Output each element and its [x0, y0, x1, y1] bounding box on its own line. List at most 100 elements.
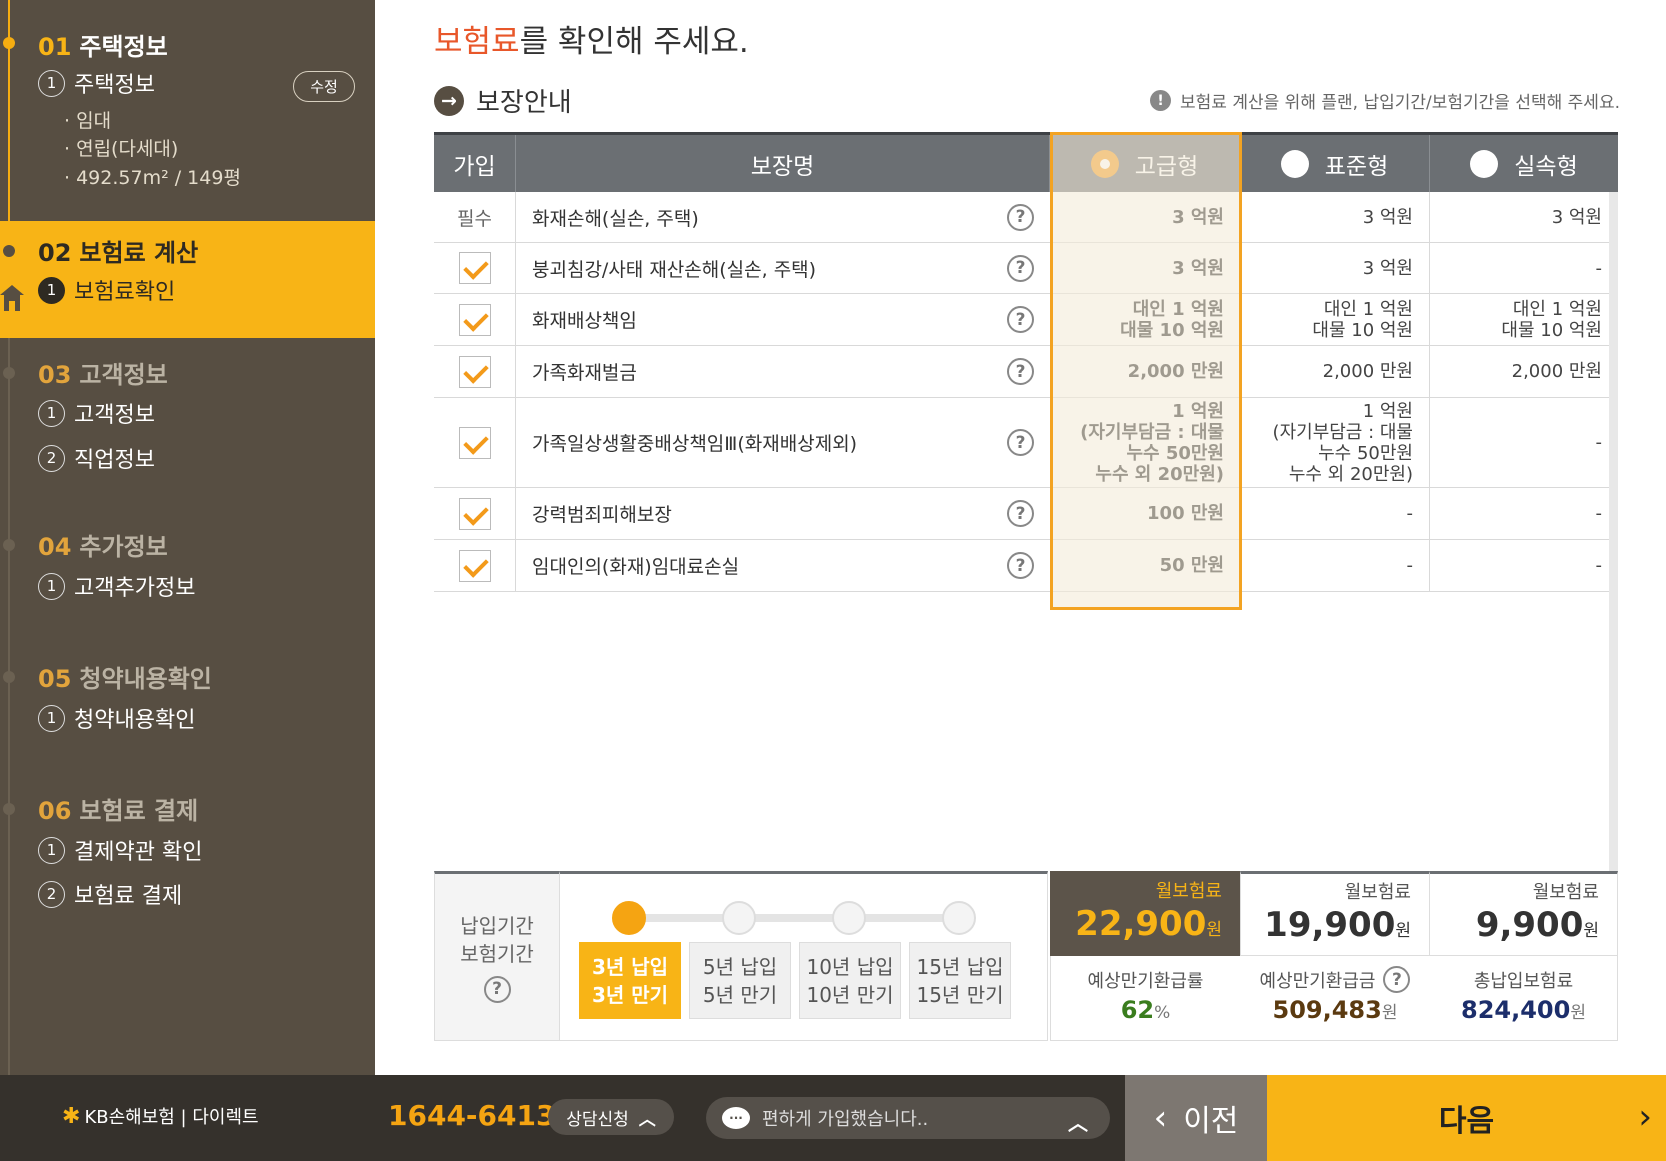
help-icon[interactable]: ? [1007, 306, 1034, 333]
step-number-badge: 2 [38, 444, 65, 472]
step-number-badge: 1 [38, 572, 65, 600]
join-cell[interactable] [434, 243, 516, 293]
coverage-amount-plan-1: 50 만원 [1050, 540, 1240, 591]
step-dot [3, 37, 15, 49]
coverage-amount-text: 3 억원 [1551, 206, 1602, 228]
consult-request-button[interactable]: 상담신청 ︿ [548, 1099, 674, 1135]
table-row: 임대인의(화재)임대료손실? 50 만원 - - [434, 540, 1618, 592]
sidebar-subitem-job-info[interactable]: 2 직업정보 [38, 442, 155, 474]
coverage-amount-plan-3: 대인 1 억원 대물 10 억원 [1430, 294, 1618, 345]
chat-bubble-icon: ··· [722, 1107, 750, 1129]
period-option-3y[interactable]: 3년 납입 3년 만기 [579, 942, 681, 1019]
sidebar-subitem-customer-info[interactable]: 1 고객정보 [38, 397, 155, 429]
sidebar-step-title[interactable]: 02 보험료 계산 [38, 233, 198, 268]
prev-button[interactable]: ‹ 이전 [1125, 1075, 1267, 1161]
coverage-amount-text: 50 만원 [1159, 555, 1224, 576]
step-number-badge: 1 [38, 704, 65, 732]
coverage-amount-text: - [1595, 257, 1603, 279]
checkbox-checked-icon[interactable] [458, 355, 491, 388]
monthly-premium-basic: 월보험료 9,900원 [1430, 871, 1618, 956]
page-title: 보험료를 확인해 주세요. [434, 24, 749, 60]
phone-number[interactable]: 1644-6413 [388, 1099, 555, 1132]
sidebar-step-05: 05 청약내용확인 1 청약내용확인 [0, 659, 375, 749]
period-dot-5y[interactable] [722, 901, 756, 935]
chevron-right-icon: › [1638, 1097, 1652, 1137]
join-cell[interactable] [434, 294, 516, 345]
checkbox-checked-icon[interactable] [458, 426, 491, 459]
chevron-up-icon: ︿ [638, 1109, 656, 1130]
kb-star-icon: ✱ [62, 1103, 81, 1129]
sidebar-subitem-additional-info[interactable]: 1 고객추가정보 [38, 570, 195, 602]
help-icon[interactable]: ? [1007, 358, 1034, 385]
join-cell[interactable] [434, 346, 516, 397]
period-option-5y[interactable]: 5년 납입 5년 만기 [689, 942, 791, 1019]
next-button[interactable]: 다음 › [1267, 1075, 1666, 1161]
sidebar: 01 주택정보 1 주택정보 수정 · 임대 · 연립(다세대) · 492.57m… [0, 0, 375, 1075]
join-cell[interactable] [434, 540, 516, 591]
coverage-amount-plan-3: - [1430, 398, 1618, 487]
help-icon[interactable]: ? [1007, 429, 1034, 456]
coverage-name: 임대인의(화재)임대료손실? [516, 540, 1050, 591]
radio-icon[interactable] [1470, 149, 1499, 178]
sidebar-step-title[interactable]: 01 주택정보 [38, 27, 168, 62]
sidebar-step-title[interactable]: 04 추가정보 [38, 527, 168, 562]
sidebar-subitem-contract-check[interactable]: 1 청약내용확인 [38, 702, 195, 734]
coverage-amount-plan-1: 1 억원 (자기부담금 : 대물 누수 50만원 누수 외 20만원) [1050, 398, 1240, 487]
home-icon [0, 285, 24, 311]
period-dot-15y[interactable] [942, 901, 976, 935]
step-dot [3, 539, 15, 551]
sidebar-subitem-premium-check[interactable]: 1 보험료확인 [38, 274, 175, 306]
help-icon[interactable]: ? [1383, 966, 1411, 993]
step-number-badge: 1 [38, 836, 65, 864]
coverage-amount-plan-3: - [1430, 243, 1618, 293]
section-title: 보장안내 [476, 88, 572, 118]
checkbox-checked-icon[interactable] [458, 549, 491, 582]
coverage-amount-text: - [1595, 555, 1603, 576]
help-icon[interactable]: ? [1007, 552, 1034, 579]
step-number-badge: 1 [38, 276, 65, 304]
sidebar-subitem-terms-check[interactable]: 1 결제약관 확인 [38, 834, 202, 866]
sidebar-subitem-house-info[interactable]: 1 주택정보 [38, 67, 155, 99]
header-coverage-name: 보장명 [516, 135, 1050, 192]
period-option-10y[interactable]: 10년 납입 10년 만기 [799, 942, 901, 1019]
plan-option-basic[interactable]: 실속형 [1430, 135, 1618, 192]
join-cell[interactable] [434, 488, 516, 539]
arrow-right-icon: → [434, 86, 464, 116]
coverage-name-text: 붕괴침강/사태 재산손해(실손, 주택) [532, 258, 817, 281]
coverage-name-text: 임대인의(화재)임대료손실 [532, 556, 740, 578]
edit-button[interactable]: 수정 [293, 71, 355, 102]
sidebar-step-02: 02 보험료 계산 1 보험료확인 [0, 221, 375, 338]
brand-logo: ✱ KB손해보험 | 다이렉트 [62, 1103, 259, 1129]
coverage-amount-plan-1: 대인 1 억원 대물 10 억원 [1050, 294, 1240, 345]
join-cell[interactable] [434, 398, 516, 487]
period-option-15y[interactable]: 15년 납입 15년 만기 [909, 942, 1011, 1019]
help-icon[interactable]: ? [1007, 203, 1034, 231]
period-dot-10y[interactable] [832, 901, 866, 935]
table-scrollbar[interactable] [1609, 192, 1618, 872]
chevron-up-icon[interactable]: ︿ [1068, 1107, 1088, 1136]
footer-bar: ✱ KB손해보험 | 다이렉트 1644-6413 상담신청 ︿ ··· 편하게 가입… [0, 1075, 1666, 1161]
radio-icon[interactable] [1280, 149, 1309, 178]
sidebar-step-title[interactable]: 03 고객정보 [38, 355, 168, 390]
coverage-amount-plan-2: 2,000 만원 [1240, 346, 1430, 397]
coverage-amount-plan-3: - [1430, 488, 1618, 539]
chevron-left-icon: ‹ [1153, 1098, 1168, 1138]
coverage-name: 강력범죄피해보장? [516, 488, 1050, 539]
chat-review-ticker[interactable]: ··· 편하게 가입했습니다.. ︿ [706, 1097, 1110, 1139]
coverage-amount-plan-3: 3 억원 [1430, 192, 1618, 242]
help-icon[interactable]: ? [1007, 254, 1034, 282]
checkbox-checked-icon[interactable] [458, 497, 491, 530]
period-label: 납입기간 보험기간 ? [434, 871, 560, 1041]
sidebar-subitem-payment[interactable]: 2 보험료 결제 [38, 878, 182, 910]
coverage-amount-plan-2: 3 억원 [1240, 243, 1430, 293]
checkbox-checked-icon[interactable] [458, 252, 491, 284]
sidebar-step-title[interactable]: 06 보험료 결제 [38, 791, 198, 826]
step-number-badge: 1 [38, 69, 65, 97]
table-row: 강력범죄피해보장? 100 만원 - - [434, 488, 1618, 540]
checkbox-checked-icon[interactable] [458, 303, 491, 336]
help-icon[interactable]: ? [483, 975, 511, 1003]
sidebar-step-title[interactable]: 05 청약내용확인 [38, 659, 212, 694]
period-dot-3y[interactable] [612, 901, 646, 935]
help-icon[interactable]: ? [1007, 500, 1034, 527]
plan-option-standard[interactable]: 표준형 [1240, 135, 1430, 192]
